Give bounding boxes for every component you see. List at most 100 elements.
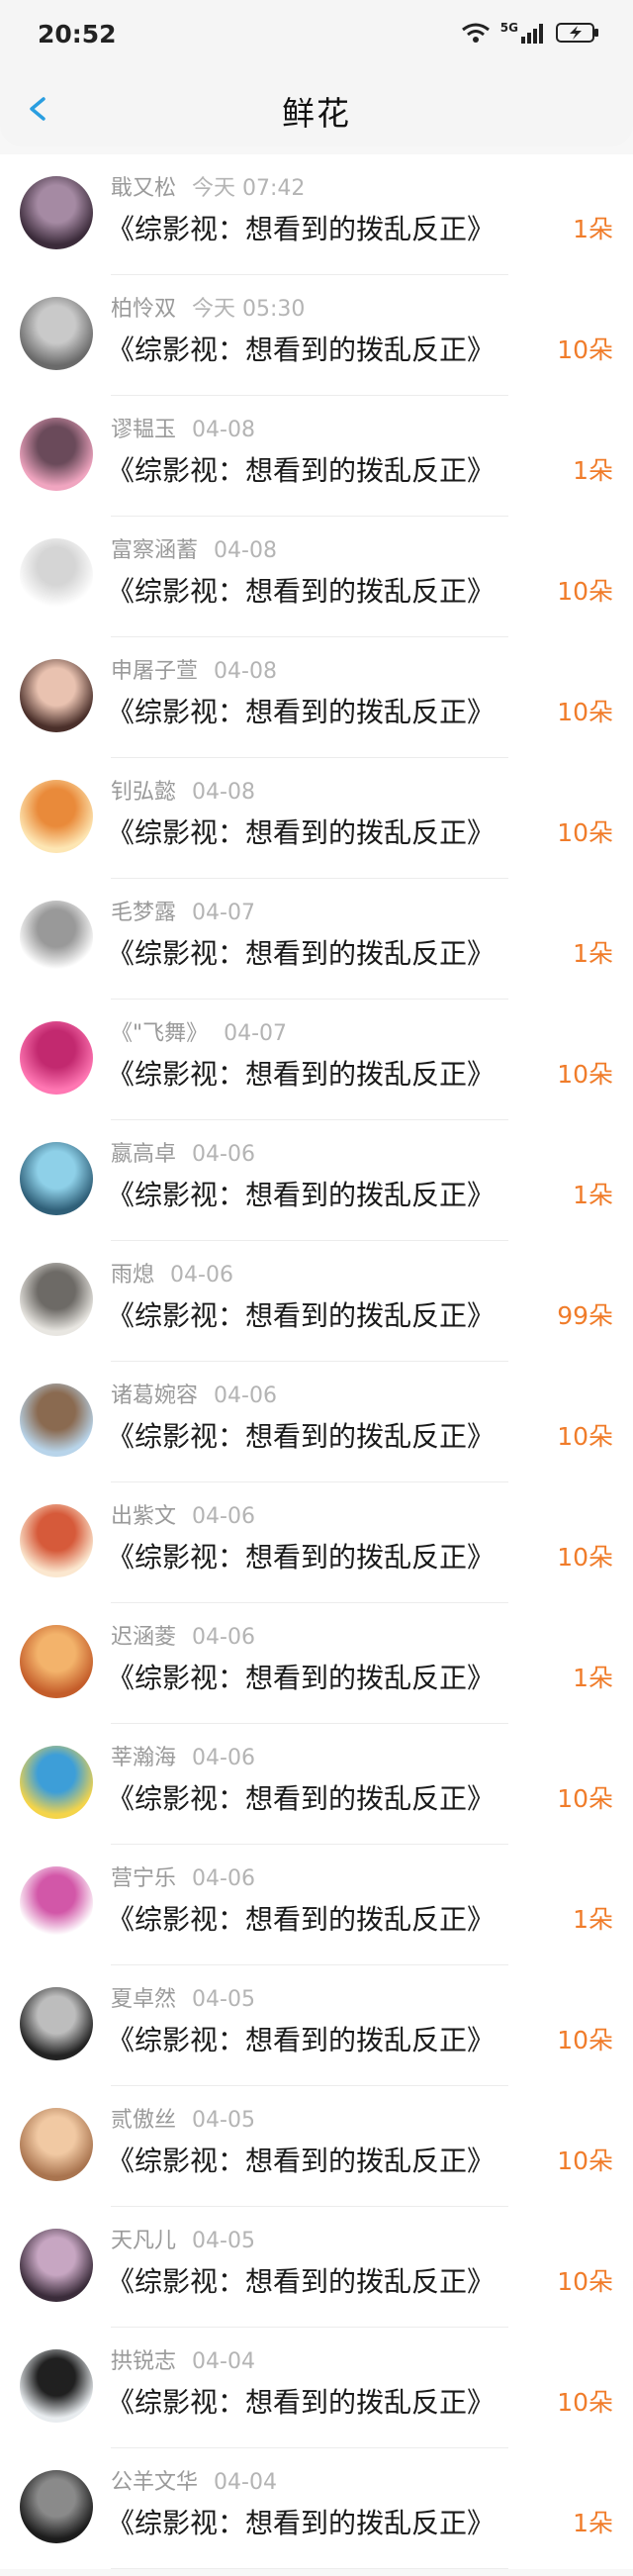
avatar[interactable] (20, 1987, 93, 2060)
send-date: 04-08 (214, 538, 277, 563)
flower-count: 1朵 (573, 456, 613, 485)
avatar[interactable] (20, 2470, 93, 2543)
book-title: 《综影视：想看到的拨乱反正》 (107, 2507, 496, 2539)
send-date: 04-06 (192, 1866, 255, 1891)
list-item[interactable]: 诸葛婉容 04-06 《综影视：想看到的拨乱反正》 10朵 (0, 1362, 633, 1482)
list-item[interactable]: 柏怜双 今天 05:30 《综影视：想看到的拨乱反正》 10朵 (0, 275, 633, 396)
book-title: 《综影视：想看到的拨乱反正》 (107, 937, 496, 970)
user-name: 申屠子萱 (111, 659, 199, 684)
avatar[interactable] (20, 2229, 93, 2302)
list-item[interactable]: 申屠子萱 04-08 《综影视：想看到的拨乱反正》 10朵 (0, 637, 633, 758)
user-meta: 迟涵菱 04-06 (111, 1619, 255, 1651)
flower-count: 10朵 (557, 2388, 613, 2417)
flower-count: 10朵 (557, 1060, 613, 1089)
avatar[interactable] (20, 2349, 93, 2423)
avatar[interactable] (20, 1625, 93, 1698)
book-title: 《综影视：想看到的拨乱反正》 (107, 816, 496, 849)
list-item[interactable]: 毛梦露 04-07 《综影视：想看到的拨乱反正》 1朵 (0, 879, 633, 1000)
send-date: 今天 07:42 (192, 176, 306, 201)
user-meta: 嬴高卓 04-06 (111, 1136, 255, 1168)
user-name: 《"飞舞》 (111, 1021, 209, 1046)
book-title: 《综影视：想看到的拨乱反正》 (107, 2265, 496, 2298)
avatar[interactable] (20, 780, 93, 853)
list-item[interactable]: 戢又松 今天 07:42 《综影视：想看到的拨乱反正》 1朵 (0, 154, 633, 275)
book-title: 《综影视：想看到的拨乱反正》 (107, 454, 496, 487)
send-date: 04-06 (192, 1746, 255, 1770)
flower-count: 10朵 (557, 1784, 613, 1813)
user-meta: 申屠子萱 04-08 (111, 653, 277, 685)
avatar[interactable] (20, 1021, 93, 1095)
avatar[interactable] (20, 1142, 93, 1215)
avatar[interactable] (20, 901, 93, 974)
list-item[interactable]: 莘瀚海 04-06 《综影视：想看到的拨乱反正》 10朵 (0, 1724, 633, 1845)
user-name: 毛梦露 (111, 901, 177, 925)
avatar[interactable] (20, 176, 93, 249)
book-title: 《综影视：想看到的拨乱反正》 (107, 1420, 496, 1453)
list-item[interactable]: 富察涵蓄 04-08 《综影视：想看到的拨乱反正》 10朵 (0, 517, 633, 637)
list-item[interactable]: 雨熄 04-06 《综影视：想看到的拨乱反正》 99朵 (0, 1241, 633, 1362)
send-date: 04-08 (214, 659, 277, 684)
avatar[interactable] (20, 297, 93, 370)
list-item[interactable]: 天凡儿 04-05 《综影视：想看到的拨乱反正》 10朵 (0, 2207, 633, 2328)
list-item[interactable]: 公羊文华 04-04 《综影视：想看到的拨乱反正》 1朵 (0, 2448, 633, 2569)
user-name: 富察涵蓄 (111, 538, 199, 563)
avatar[interactable] (20, 538, 93, 612)
list-item[interactable]: 钊弘懿 04-08 《综影视：想看到的拨乱反正》 10朵 (0, 758, 633, 879)
user-name: 出紫文 (111, 1504, 177, 1529)
send-date: 04-06 (170, 1263, 233, 1288)
list-item[interactable]: 嬴高卓 04-06 《综影视：想看到的拨乱反正》 1朵 (0, 1120, 633, 1241)
list-item[interactable]: 《"飞舞》 04-07 《综影视：想看到的拨乱反正》 10朵 (0, 1000, 633, 1120)
list-item[interactable]: 贰傲丝 04-05 《综影视：想看到的拨乱反正》 10朵 (0, 2086, 633, 2207)
user-meta: 富察涵蓄 04-08 (111, 532, 277, 564)
user-meta: 钊弘懿 04-08 (111, 774, 255, 806)
flower-count: 99朵 (557, 1301, 613, 1330)
user-meta: 诸葛婉容 04-06 (111, 1378, 277, 1409)
page-title: 鲜花 (282, 94, 351, 133)
send-date: 04-05 (192, 2229, 255, 2253)
avatar[interactable] (20, 1263, 93, 1336)
avatar[interactable] (20, 418, 93, 491)
book-title: 《综影视：想看到的拨乱反正》 (107, 213, 496, 245)
user-meta: 戢又松 今天 07:42 (111, 170, 305, 202)
list-item[interactable]: 夏卓然 04-05 《综影视：想看到的拨乱反正》 10朵 (0, 1965, 633, 2086)
avatar[interactable] (20, 1383, 93, 1457)
network-type: 5G (499, 21, 518, 35)
book-title: 《综影视：想看到的拨乱反正》 (107, 334, 496, 366)
list-item[interactable]: 谬韫玉 04-08 《综影视：想看到的拨乱反正》 1朵 (0, 396, 633, 517)
avatar[interactable] (20, 1866, 93, 1940)
book-title: 《综影视：想看到的拨乱反正》 (107, 2024, 496, 2056)
list-item[interactable]: 迟涵菱 04-06 《综影视：想看到的拨乱反正》 1朵 (0, 1603, 633, 1724)
book-title: 《综影视：想看到的拨乱反正》 (107, 1903, 496, 1936)
signal-icon (521, 24, 543, 44)
user-name: 钊弘懿 (111, 780, 177, 805)
list-item[interactable]: 出紫文 04-06 《综影视：想看到的拨乱反正》 10朵 (0, 1482, 633, 1603)
flower-count: 10朵 (557, 1422, 613, 1451)
list-item[interactable]: 拱锐志 04-04 《综影视：想看到的拨乱反正》 10朵 (0, 2328, 633, 2448)
user-name: 天凡儿 (111, 2229, 177, 2253)
avatar[interactable] (20, 2108, 93, 2181)
flower-count: 10朵 (557, 335, 613, 364)
battery-charging-icon (556, 23, 598, 43)
avatar[interactable] (20, 659, 93, 732)
book-title: 《综影视：想看到的拨乱反正》 (107, 1662, 496, 1694)
status-icons: 5G (461, 21, 599, 44)
user-name: 雨熄 (111, 1263, 155, 1288)
avatar[interactable] (20, 1504, 93, 1577)
book-title: 《综影视：想看到的拨乱反正》 (107, 1179, 496, 1211)
user-meta: 谬韫玉 04-08 (111, 412, 255, 443)
nav-bar: 鲜花 (0, 71, 633, 146)
divider (111, 2568, 508, 2569)
user-name: 嬴高卓 (111, 1142, 177, 1167)
status-time: 20:52 (38, 20, 117, 48)
user-name: 公羊文华 (111, 2470, 199, 2495)
user-meta: 毛梦露 04-07 (111, 895, 255, 926)
user-name: 谬韫玉 (111, 418, 177, 442)
list-item[interactable]: 营宁乐 04-06 《综影视：想看到的拨乱反正》 1朵 (0, 1845, 633, 1965)
avatar[interactable] (20, 1746, 93, 1819)
user-meta: 《"飞舞》 04-07 (111, 1015, 287, 1047)
book-title: 《综影视：想看到的拨乱反正》 (107, 1058, 496, 1091)
send-date: 04-07 (224, 1021, 288, 1046)
book-title: 《综影视：想看到的拨乱反正》 (107, 575, 496, 608)
user-meta: 贰傲丝 04-05 (111, 2102, 255, 2134)
user-meta: 出紫文 04-06 (111, 1498, 255, 1530)
